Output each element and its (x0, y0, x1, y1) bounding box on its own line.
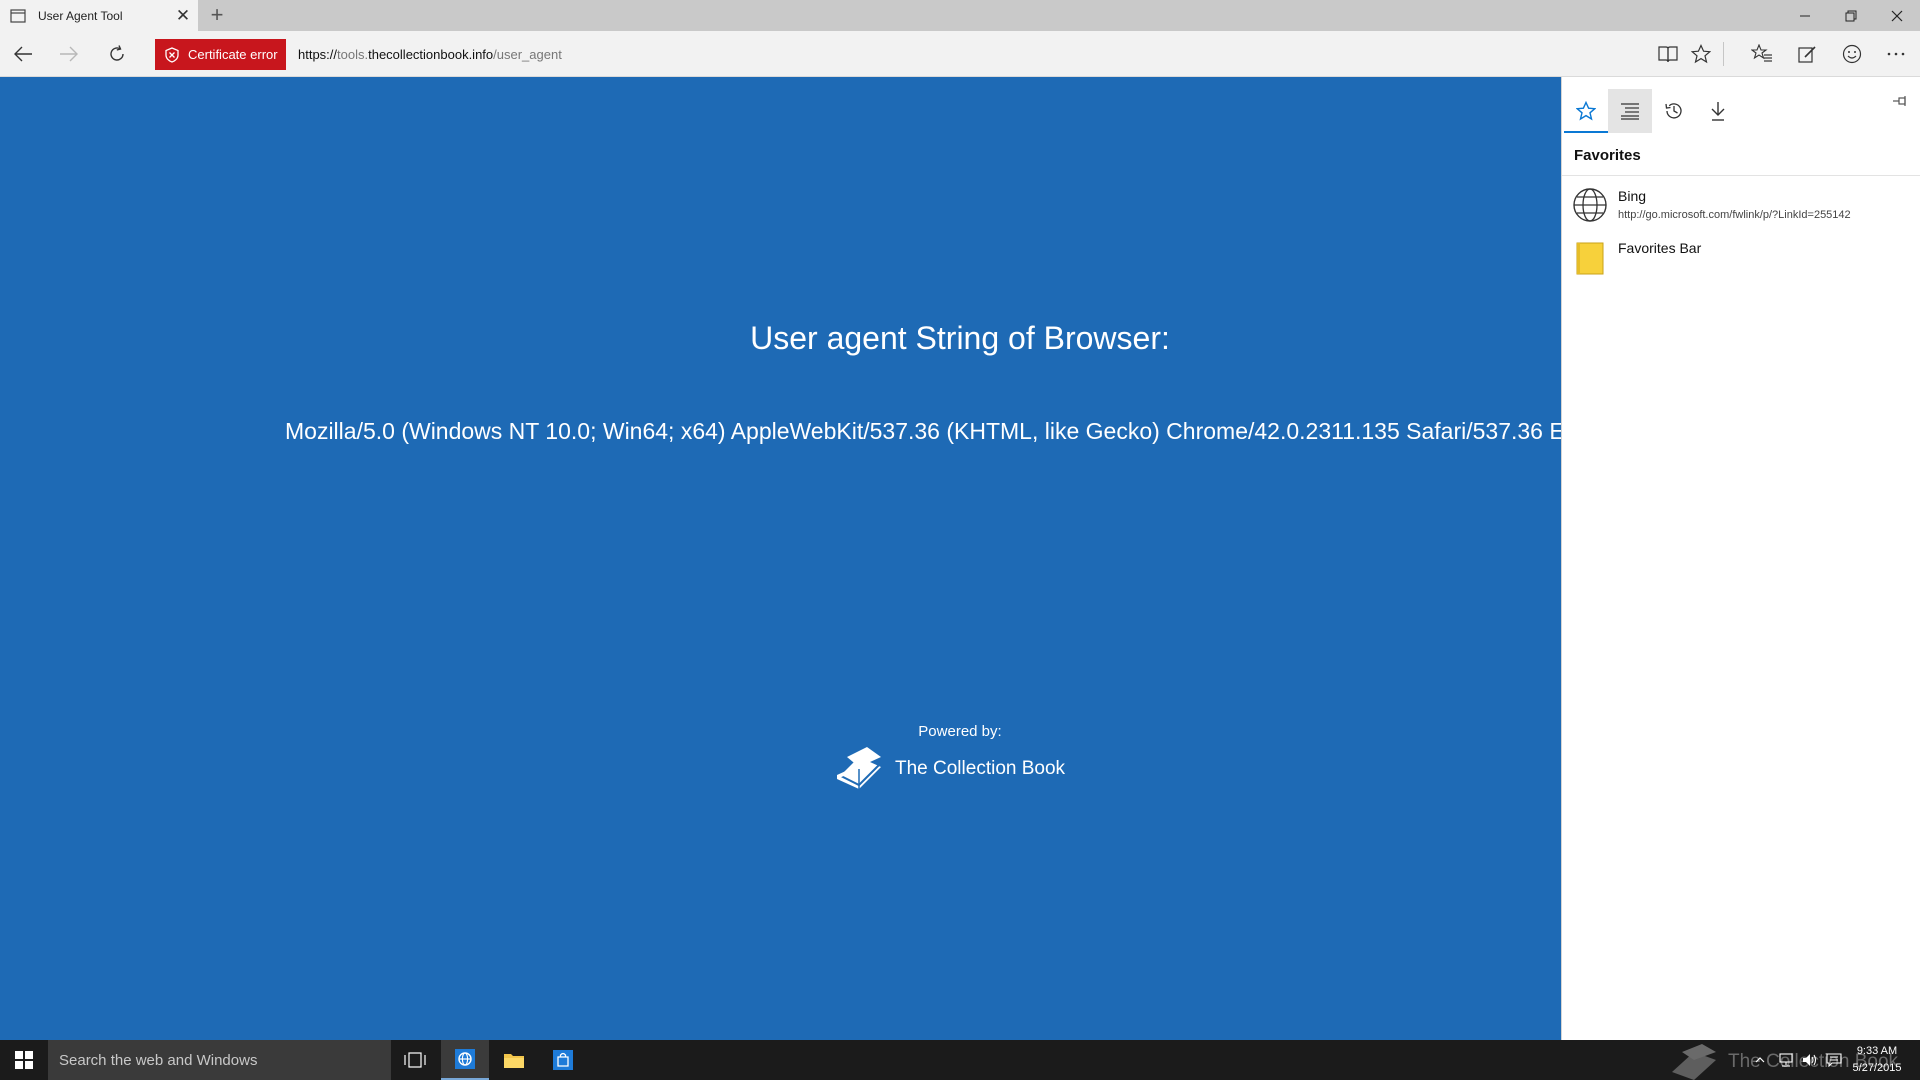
volume-icon (1803, 1054, 1817, 1066)
chevron-up-icon (1755, 1057, 1765, 1063)
minimize-icon (1800, 15, 1810, 16)
user-agent-string: Mozilla/5.0 (Windows NT 10.0; Win64; x64… (285, 418, 1561, 444)
new-tab-button[interactable]: + (206, 3, 228, 27)
powered-by-label: Powered by: (918, 723, 1002, 740)
show-hidden-icons-button[interactable] (1750, 1050, 1770, 1070)
hub-tab-history[interactable] (1652, 89, 1696, 133)
address-field[interactable]: https://tools. thecollectionbook.info/use… (298, 39, 1598, 70)
page-heading: User agent String of Browser: (750, 320, 1170, 356)
hub-tab-reading-list[interactable] (1608, 89, 1652, 133)
file-explorer-icon (504, 1054, 524, 1068)
forward-arrow-icon (60, 46, 78, 62)
action-center-button[interactable] (1824, 1050, 1844, 1070)
feedback-smiley-icon (1842, 44, 1862, 64)
navigation-bar: Certificate error https://tools. thecolle… (0, 31, 1920, 77)
taskbar-store-button[interactable] (539, 1040, 587, 1080)
back-button[interactable] (7, 38, 39, 70)
hub-title: Favorites (1574, 147, 1641, 164)
favorite-star-icon (1691, 44, 1711, 64)
hub-tab-downloads[interactable] (1696, 89, 1740, 133)
history-icon (1665, 103, 1682, 119)
restore-button[interactable] (1828, 0, 1874, 31)
taskbar: Search the web and Windows The Collectio… (0, 1040, 1920, 1080)
network-button[interactable] (1776, 1050, 1796, 1070)
globe-icon (1573, 188, 1607, 222)
minimize-button[interactable] (1782, 0, 1828, 31)
hub-pane: Favorites Bing http://go.microsoft.com/f… (1561, 77, 1920, 1040)
reading-view-icon (1658, 46, 1678, 63)
notification-icon (1826, 1053, 1842, 1067)
hub-icon (1751, 44, 1772, 62)
url-scheme: https:// (298, 47, 338, 62)
brand-link[interactable]: The Collection Book (833, 745, 1065, 793)
close-window-button[interactable] (1874, 0, 1920, 31)
web-note-icon (1798, 46, 1816, 63)
favorite-item-bing[interactable]: Bing http://go.microsoft.com/fwlink/p/?L… (1562, 182, 1920, 232)
pin-icon (1893, 96, 1906, 106)
restore-icon (1845, 10, 1857, 21)
store-icon (553, 1050, 573, 1070)
tab-title: User Agent Tool (38, 8, 123, 23)
feedback-button[interactable] (1836, 38, 1868, 70)
edge-browser-icon (455, 1049, 475, 1069)
more-button[interactable] (1880, 38, 1912, 70)
toolbar-separator (1723, 42, 1724, 66)
favorite-url: http://go.microsoft.com/fwlink/p/?LinkId… (1618, 209, 1851, 221)
pin-pane-button[interactable] (1890, 91, 1910, 111)
windows-logo-icon (15, 1051, 33, 1069)
hub-tab-favorites[interactable] (1564, 89, 1608, 133)
web-page-content: User agent String of Browser: Mozilla/5.… (0, 77, 1561, 1040)
favorite-item-favorites-bar[interactable]: Favorites Bar (1562, 234, 1920, 284)
shield-error-icon (165, 46, 179, 63)
download-icon (1711, 102, 1725, 121)
page-icon (10, 8, 26, 23)
clock-time: 9:33 AM (1856, 1045, 1898, 1057)
taskbar-file-explorer-button[interactable] (490, 1040, 538, 1080)
url-subdomain: tools. (337, 47, 369, 62)
favorite-name: Bing (1618, 188, 1647, 204)
book-icon (837, 747, 881, 789)
hub-divider (1562, 175, 1920, 176)
reading-list-icon (1621, 103, 1639, 120)
refresh-icon (110, 45, 124, 61)
close-icon (1891, 10, 1903, 21)
book-watermark-icon (1672, 1044, 1716, 1080)
network-icon (1779, 1053, 1793, 1067)
title-bar: User Agent Tool ✕ + (0, 0, 1920, 31)
refresh-button[interactable] (101, 38, 133, 70)
back-arrow-icon (14, 46, 32, 62)
more-icon (1887, 52, 1905, 56)
certificate-error-button[interactable]: Certificate error (155, 39, 286, 70)
start-button[interactable] (0, 1040, 48, 1080)
taskbar-edge-button[interactable] (441, 1040, 489, 1080)
browser-tab[interactable]: User Agent Tool ✕ (0, 0, 198, 31)
task-view-icon (404, 1052, 426, 1068)
folder-icon (1576, 242, 1604, 275)
tab-close-button[interactable]: ✕ (168, 6, 198, 26)
hub-button[interactable] (1746, 38, 1778, 70)
certificate-error-label: Certificate error (188, 47, 278, 62)
add-favorite-button[interactable] (1685, 38, 1717, 70)
web-note-button[interactable] (1791, 38, 1823, 70)
volume-button[interactable] (1800, 1050, 1820, 1070)
clock-date: 5/27/2015 (1852, 1062, 1902, 1074)
reading-view-button[interactable] (1652, 38, 1684, 70)
brand-name: The Collection Book (895, 758, 1066, 779)
favorite-name: Favorites Bar (1618, 240, 1702, 256)
forward-button[interactable] (53, 38, 85, 70)
taskbar-search-box[interactable]: Search the web and Windows (48, 1040, 391, 1080)
taskbar-clock[interactable]: 9:33 AM 5/27/2015 (1846, 1043, 1908, 1077)
url-host: thecollectionbook.info (368, 47, 494, 62)
task-view-button[interactable] (391, 1040, 439, 1080)
favorites-star-icon (1576, 101, 1596, 121)
url-path: /user_agent (493, 47, 562, 62)
